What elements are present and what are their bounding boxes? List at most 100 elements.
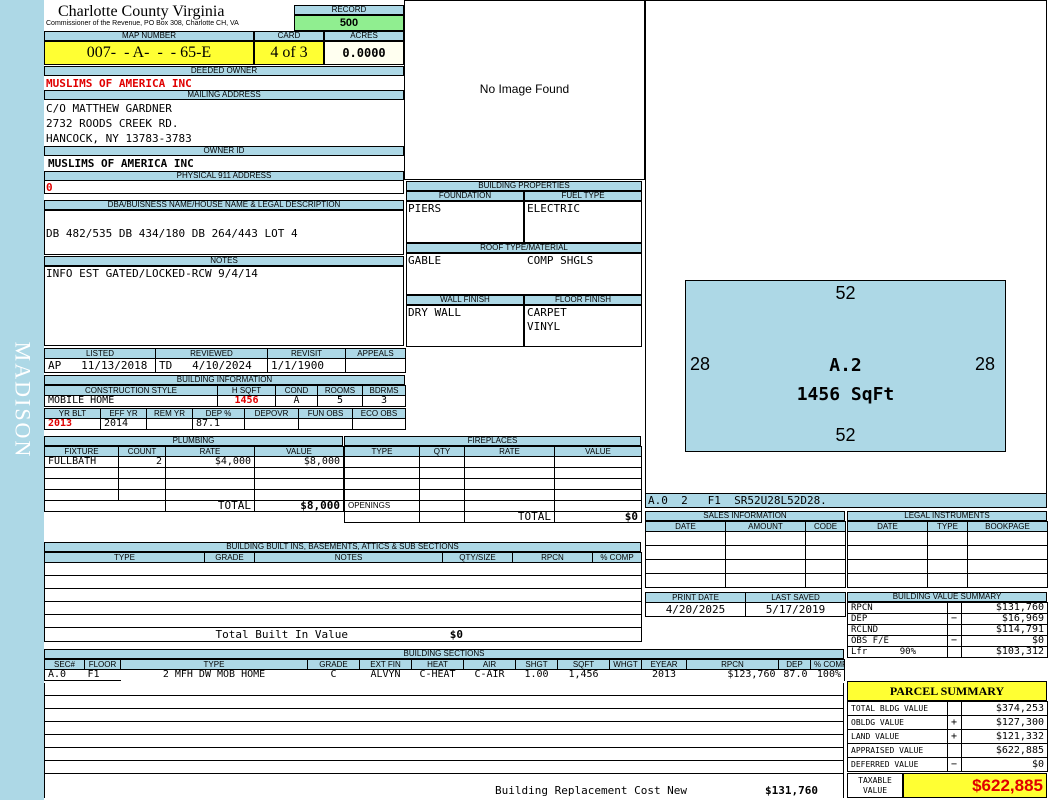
floor-finish-value-2: VINYL	[527, 320, 561, 333]
lister-initials: AP	[48, 358, 62, 372]
sections-col-eyear: EYEAR	[641, 659, 687, 670]
last-saved-header: LAST SAVED	[745, 592, 846, 603]
fireplaces-header: FIREPLACES	[344, 436, 641, 446]
building-age-table: YR BLT EFF YR REM YR DEP % DEPOVR FUN OBS ECO …	[44, 408, 406, 430]
reviewed-date: 4/10/2024	[192, 358, 252, 372]
legal-col-date: DATE	[847, 521, 928, 532]
builtins-col-comp: % COMP	[592, 552, 642, 563]
built-in-total-label: Total Built In Value	[215, 627, 348, 641]
listed-date: 11/13/2018	[81, 358, 148, 372]
sales-col-code: CODE	[805, 521, 846, 532]
reviewed-header: REVIEWED	[155, 348, 268, 359]
legal-instruments-header: LEGAL INSTRUMENTS	[847, 511, 1047, 521]
taxable-label-line-2: VALUE	[862, 786, 888, 795]
depovr-value	[244, 418, 299, 430]
funobs-header: FUN OBS	[298, 408, 353, 419]
cond-value: A	[275, 395, 318, 407]
map-number-header: MAP NUMBER	[44, 31, 254, 41]
effyr-value: 2014	[100, 418, 147, 430]
table-row: A.0 F1 2 MFH DW MOB HOME C ALVYN C-HEAT …	[44, 669, 845, 681]
roof-header: ROOF TYPE/MATERIAL	[406, 243, 642, 253]
fireplaces-table: TYPE QTY RATE VALUE OPENINGS TOTAL $0	[344, 446, 642, 523]
owner-id-value: MUSLIMS OF AMERICA INC	[48, 157, 194, 170]
building-sections-header: BUILDING SECTIONS	[44, 649, 844, 659]
ecoobs-value	[352, 418, 406, 430]
notes-value: INFO EST GATED/LOCKED-RCW 9/4/14	[46, 267, 258, 280]
sales-info-header: SALES INFORMATION	[645, 511, 845, 521]
sections-col-heat: HEAT	[411, 659, 464, 670]
rooms-value: 5	[317, 395, 363, 407]
table-row: DEFERRED VALUE − $0	[847, 757, 1048, 772]
builtins-col-notes: NOTES	[254, 552, 443, 563]
building-value-summary-header: BUILDING VALUE SUMMARY	[847, 592, 1047, 602]
roof-type-value: GABLE	[408, 254, 442, 267]
legal-col-type: TYPE	[927, 521, 968, 532]
acres-header: ACRES	[324, 31, 404, 41]
plumbing-col-count: COUNT	[118, 446, 166, 457]
plumbing-col-fixture: FIXTURE	[44, 446, 119, 457]
floor-finish-header: FLOOR FINISH	[524, 295, 642, 305]
deeded-owner-header: DEEDED OWNER	[44, 66, 404, 76]
builtins-col-rpcn: RPCN	[512, 552, 593, 563]
plumbing-header: PLUMBING	[44, 436, 343, 446]
foundation-header: FOUNDATION	[406, 191, 524, 201]
table-row: OBS F/E − $0	[847, 635, 1048, 647]
built-ins-table: TYPE GRADE NOTES QTY/SIZE RPCN% COMP Total B…	[44, 552, 642, 642]
table-row: APPRAISED VALUE $622,885	[847, 743, 1048, 758]
fireplace-total-label: TOTAL	[464, 511, 555, 523]
sections-col-extfin: EXT FIN	[359, 659, 412, 670]
parcel-summary-table: TOTAL BLDG VALUE $374,253 OBLDG VALUE + $12…	[847, 701, 1048, 772]
hsqft-header: H SQFT	[217, 385, 276, 396]
built-ins-header: BUILDING BUILT INS, BASEMENTS, ATTICS & …	[44, 542, 641, 552]
remyr-header: REM YR	[146, 408, 193, 419]
mailing-line-3: HANCOCK, NY 13783-3783	[46, 132, 192, 145]
fireplace-openings-label: OPENINGS	[344, 500, 420, 512]
dep-header: DEP %	[192, 408, 245, 419]
table-row: LAND VALUE + $121,332	[847, 729, 1048, 744]
sections-col-sqft: SQFT	[557, 659, 610, 670]
sections-col-sec: SEC#	[44, 659, 85, 670]
no-image-text: No Image Found	[479, 82, 570, 96]
rooms-header: ROOMS	[317, 385, 363, 396]
building-value-summary-table: RPCN $131,760 DEP − $16,969 RCLND $114,791 O…	[847, 602, 1048, 658]
sections-col-whgt: WHGT	[609, 659, 642, 670]
yrblt-value: 2013	[44, 418, 101, 430]
roof-box	[406, 253, 642, 295]
record-value: 500	[294, 15, 404, 31]
mailing-address-header: MAILING ADDRESS	[44, 90, 404, 100]
legal-table: DATE TYPE BOOKPAGE	[847, 521, 1048, 588]
sales-col-date: DATE	[645, 521, 726, 532]
table-row: OBLDG VALUE + $127,300	[847, 715, 1048, 730]
sketch-code-bar: A.0 2 F1 SR52U28L52D28.	[645, 493, 1047, 508]
plumbing-col-value: VALUE	[254, 446, 344, 457]
mailing-line-1: C/O MATTHEW GARDNER	[46, 102, 172, 115]
taxable-label-line-1: TAXABLE	[858, 776, 892, 785]
fuel-type-header: FUEL TYPE	[524, 191, 642, 201]
wall-finish-value: DRY WALL	[408, 306, 461, 319]
table-row: TOTAL BLDG VALUE $374,253	[847, 701, 1048, 716]
roof-material-value: COMP SHGLS	[527, 254, 594, 267]
builtins-col-qty: QTY/SIZE	[442, 552, 513, 563]
table-row: RCLND $114,791	[847, 624, 1048, 636]
table-row: DEP − $16,969	[847, 613, 1048, 625]
sales-table: DATE AMOUNT CODE	[645, 521, 846, 588]
deeded-owner-value: MUSLIMS OF AMERICA INC	[46, 77, 192, 90]
building-sections-table: SEC# FLOOR TYPE GRADE EXT FIN HEAT AIR S…	[44, 659, 845, 681]
sketch-area-label: A.2	[829, 355, 862, 376]
taxable-label-box: TAXABLE VALUE	[847, 773, 903, 798]
plumbing-table: FIXTURE COUNT RATE VALUE FULLBATH 2 $4,000 $8,…	[44, 446, 344, 512]
mailing-line-2: 2732 ROODS CREEK RD.	[46, 117, 179, 130]
commissioner-line: Commissioner of the Revenue, PO Box 308,…	[46, 20, 239, 27]
sections-col-rpcn: RPCN	[686, 659, 779, 670]
sales-col-amount: AMOUNT	[725, 521, 806, 532]
print-date-value: 4/20/2025	[645, 602, 746, 617]
owner-id-header: OWNER ID	[44, 146, 404, 156]
fireplace-col-qty: QTY	[419, 446, 465, 457]
notes-header: NOTES	[44, 256, 404, 266]
bdrms-value: 3	[362, 395, 406, 407]
revisit-header: REVISIT	[267, 348, 346, 359]
plumbing-col-rate: RATE	[165, 446, 255, 457]
district-label: MADISON	[10, 341, 35, 459]
building-info-table: CONSTRUCTION STYLE H SQFT COND ROOMS BDRMS M…	[44, 385, 406, 407]
listing-table: LISTED REVIEWED REVISIT APPEALS AP 11/13/20…	[44, 348, 406, 373]
